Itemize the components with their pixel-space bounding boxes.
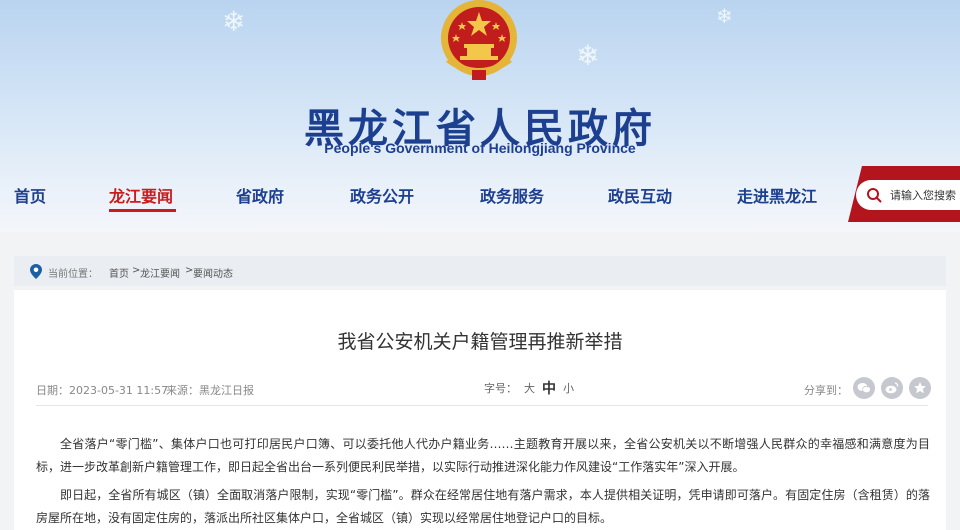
article-date: 日期：2023-05-31 11:57 [36,384,169,397]
nav-item-home[interactable]: 首页 [14,183,46,207]
active-nav-underline [109,209,176,212]
snowflake-icon: ❄ [576,39,600,72]
location-pin-icon [30,264,42,279]
snowflake-icon: ❄ [716,4,733,28]
font-size-medium[interactable]: 中 [542,378,556,398]
nav-item-provincial-government[interactable]: 省政府 [236,183,284,207]
nav-item-government-services[interactable]: 政务服务 [480,183,544,207]
article-paragraph: 全省落户“零门槛”、集体户口也可打印居民户口簿、可以委托他人代办户籍业务……主题… [36,437,930,474]
font-size-label: 字号： [484,382,517,395]
article-source: 来源：黑龙江日报 [166,384,254,397]
nav-item-about-heilongjiang[interactable]: 走进黑龙江 [737,183,817,207]
favorite-icon[interactable] [909,377,931,399]
font-size-large[interactable]: 大 [524,380,535,396]
meta-divider [36,405,928,406]
share-label: 分享到： [804,384,848,397]
article-title: 我省公安机关户籍管理再推新举措 [337,331,623,353]
main-navigation: 首页 龙江要闻 省政府 政务公开 政务服务 政民互动 走进黑龙江 [0,175,960,217]
search-placeholder: 请输入您搜索 [890,189,956,202]
font-size-small[interactable]: 小 [563,380,574,396]
nav-item-public-interaction[interactable]: 政民互动 [608,183,672,207]
breadcrumb-link-home[interactable]: 首页 [109,265,129,280]
wechat-icon[interactable] [853,377,875,399]
national-emblem-icon [441,0,517,80]
search-icon[interactable] [866,187,882,203]
site-subtitle: People's Government of Heilongjiang Prov… [324,140,636,156]
weibo-icon[interactable] [881,377,903,399]
snowflake-icon: ❄ [222,5,246,38]
breadcrumb-label: 当前位置： [48,269,98,280]
nav-item-government-affairs[interactable]: 政务公开 [350,183,414,207]
nav-item-longjiang-news[interactable]: 龙江要闻 [109,183,173,207]
article-paragraph: 即日起，全省所有城区（镇）全面取消落户限制，实现“零门槛”。群众在经常居住地有落… [36,488,930,525]
breadcrumb-link-news[interactable]: 龙江要闻 [140,265,180,280]
breadcrumb-current[interactable]: 要闻动态 [193,265,233,280]
